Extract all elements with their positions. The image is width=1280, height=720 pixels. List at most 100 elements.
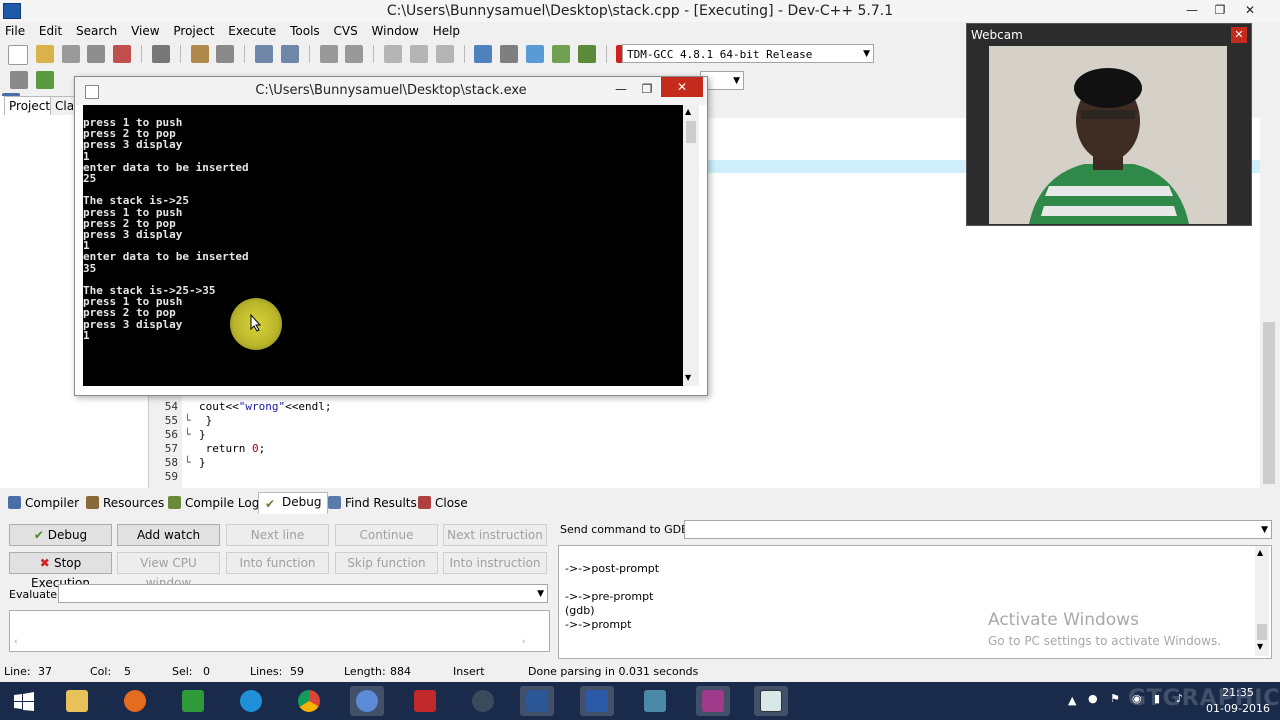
volume-icon[interactable]: ♪	[1176, 692, 1183, 705]
save-icon[interactable]	[61, 45, 80, 63]
menu-file[interactable]: File	[0, 22, 30, 40]
clock-date[interactable]: 01-09-2016	[1206, 702, 1270, 715]
run-icon[interactable]	[500, 45, 519, 63]
print-icon[interactable]	[151, 45, 170, 63]
add-watch-button[interactable]: Add watch	[117, 524, 220, 546]
menu-cvs[interactable]: CVS	[328, 22, 362, 40]
goto-right-icon[interactable]	[409, 45, 428, 63]
tray-flag-icon[interactable]: ⚑	[1110, 692, 1120, 705]
start-button[interactable]	[6, 686, 40, 716]
console-title-bar[interactable]: C:\Users\Bunnysamuel\Desktop\stack.exe —…	[75, 77, 707, 105]
webcam-window[interactable]: Webcam ✕	[966, 23, 1252, 226]
menu-project[interactable]: Project	[168, 22, 219, 40]
goto-left-icon[interactable]	[384, 45, 403, 63]
menu-search[interactable]: Search	[71, 22, 122, 40]
clock-time[interactable]: 21:35	[1208, 686, 1268, 699]
gdb-scroll-thumb[interactable]	[1257, 624, 1267, 640]
console-output-area[interactable]: press 1 to push press 2 to pop press 3 d…	[83, 105, 683, 386]
compiler-icon	[8, 496, 21, 509]
menu-execute[interactable]: Execute	[223, 22, 281, 40]
gdb-command-input[interactable]: ▼	[684, 520, 1272, 539]
tray-app-icon[interactable]: ●	[1088, 692, 1098, 705]
console-window[interactable]: C:\Users\Bunnysamuel\Desktop\stack.exe —…	[74, 76, 708, 396]
close-button[interactable]: ✕	[1236, 0, 1264, 20]
compile-run-icon[interactable]	[526, 45, 545, 63]
scroll-up-icon[interactable]: ▲	[685, 107, 691, 116]
editor-scrollbar[interactable]	[1260, 118, 1278, 488]
taskbar-file-explorer[interactable]	[60, 686, 94, 716]
taskbar-firefox[interactable]	[118, 686, 152, 716]
compiler-select[interactable]: TDM-GCC 4.8.1 64-bit Release ▼	[622, 44, 874, 63]
scroll-left-icon[interactable]: ‹	[14, 637, 18, 647]
scroll-down-icon[interactable]: ▼	[685, 373, 691, 382]
close-file-icon[interactable]	[113, 45, 132, 63]
tab-debug[interactable]: ✔ Debug	[258, 492, 329, 515]
skip-function-button[interactable]: Skip function	[335, 552, 438, 574]
evaluate-result-box[interactable]: ‹ ›	[9, 610, 550, 652]
unindent-icon[interactable]	[345, 45, 364, 63]
tray-chevron-up-icon[interactable]: ▲	[1068, 694, 1076, 707]
taskbar-word[interactable]	[520, 686, 554, 716]
taskbar-console[interactable]	[754, 686, 788, 716]
taskbar-chrome[interactable]	[292, 686, 326, 716]
taskbar-filezilla[interactable]	[408, 686, 442, 716]
menu-edit[interactable]: Edit	[34, 22, 67, 40]
tab-resources[interactable]: Resources	[86, 494, 164, 512]
taskbar-store[interactable]	[176, 686, 210, 716]
bookmark-icon[interactable]	[435, 45, 454, 63]
taskbar-recorder[interactable]	[350, 686, 384, 716]
maximize-button[interactable]: ❐	[1206, 0, 1234, 20]
taskbar-devcpp[interactable]	[580, 686, 614, 716]
open-folder-icon[interactable]	[35, 45, 54, 63]
view-cpu-window-button[interactable]: View CPU window	[117, 552, 220, 590]
scroll-right-icon[interactable]: ›	[522, 637, 526, 647]
menu-view[interactable]: View	[126, 22, 164, 40]
project-icon[interactable]	[10, 71, 28, 89]
gdb-scrollbar[interactable]: ▲ ▼	[1255, 546, 1269, 656]
tab-find-results[interactable]: Find Results	[328, 494, 417, 512]
evaluate-input[interactable]: ▼	[58, 584, 548, 603]
stop-execution-button[interactable]: ✖ Stop Execution	[9, 552, 112, 590]
add-to-project-icon[interactable]	[35, 71, 54, 89]
rebuild-icon[interactable]	[551, 45, 570, 63]
tab-project[interactable]: Project	[4, 96, 56, 115]
find-icon[interactable]	[255, 45, 274, 63]
tab-compiler[interactable]: Compiler	[8, 494, 79, 512]
taskbar-internet-explorer[interactable]	[234, 686, 268, 716]
menu-window[interactable]: Window	[367, 22, 424, 40]
taskbar-nox[interactable]	[466, 686, 500, 716]
into-function-button[interactable]: Into function	[226, 552, 329, 574]
compile-icon[interactable]	[474, 45, 493, 63]
editor-scroll-thumb[interactable]	[1263, 322, 1275, 484]
continue-button[interactable]: Continue	[335, 524, 438, 546]
next-line-button[interactable]: Next line	[226, 524, 329, 546]
tab-compile-log[interactable]: Compile Log	[168, 494, 259, 512]
console-maximize-button[interactable]: ❐	[633, 79, 661, 99]
scroll-down-icon[interactable]: ▼	[1257, 642, 1263, 651]
menu-tools[interactable]: Tools	[285, 22, 325, 40]
indent-icon[interactable]	[319, 45, 338, 63]
redo-icon[interactable]	[216, 45, 235, 63]
tab-close[interactable]: Close	[418, 494, 468, 512]
console-scroll-thumb[interactable]	[686, 121, 696, 143]
new-file-icon[interactable]	[8, 45, 28, 65]
tray-app2-icon[interactable]: ◉	[1132, 692, 1142, 705]
taskbar-app[interactable]	[638, 686, 672, 716]
status-line-label: Line:	[4, 665, 31, 678]
save-all-icon[interactable]	[87, 45, 106, 63]
console-scrollbar[interactable]: ▲ ▼	[683, 105, 699, 386]
debug-button[interactable]: ✔ Debug	[9, 524, 112, 546]
network-icon[interactable]: ▮	[1154, 692, 1160, 705]
console-close-button[interactable]: ✕	[661, 77, 703, 97]
replace-icon[interactable]	[280, 45, 299, 63]
console-minimize-button[interactable]: —	[607, 79, 635, 99]
taskbar-screen-capture[interactable]	[696, 686, 730, 716]
scroll-up-icon[interactable]: ▲	[1257, 548, 1263, 557]
into-instruction-button[interactable]: Into instruction	[443, 552, 547, 574]
undo-icon[interactable]	[190, 45, 209, 63]
menu-help[interactable]: Help	[428, 22, 465, 40]
minimize-button[interactable]: —	[1178, 0, 1206, 20]
check-syntax-icon[interactable]	[577, 45, 596, 63]
webcam-close-button[interactable]: ✕	[1231, 27, 1247, 43]
next-instruction-button[interactable]: Next instruction	[443, 524, 547, 546]
